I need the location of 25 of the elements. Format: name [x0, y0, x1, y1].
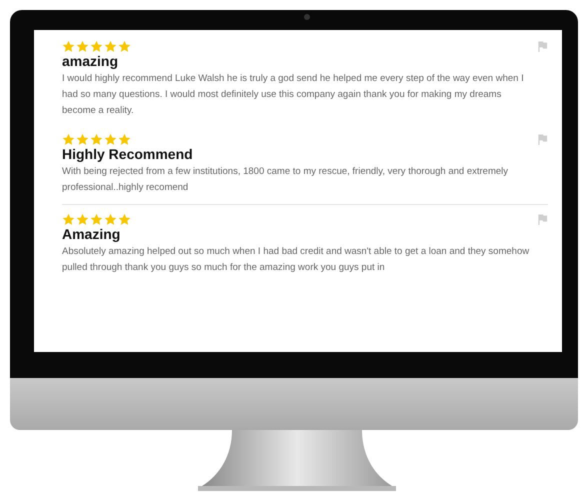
- star-icon: [76, 40, 89, 53]
- star-icon: [62, 133, 75, 146]
- star-icon: [118, 40, 131, 53]
- review-text: With being rejected from a few institutions, 1800 came to my rescue, friendly, very thorough and extremely professional..highly recomend: [62, 165, 510, 195]
- camera-icon: [304, 14, 310, 20]
- star-icon: [62, 213, 75, 226]
- review-title: Highly Recommend: [62, 146, 194, 162]
- star-icon: [104, 133, 117, 146]
- star-icon: [90, 40, 103, 53]
- flag-icon[interactable]: [537, 41, 548, 52]
- star-icon: [90, 213, 103, 226]
- star-icon: [76, 213, 89, 226]
- review-title: amazing: [62, 53, 120, 69]
- review-text: I would highly recommend Luke Walsh he is truly a god send he helped me every step of the way even when I had so many questions. I would most definitely use this company again thank you for making my dreams become a reality.: [62, 72, 525, 118]
- star-icon: [104, 213, 117, 226]
- review-text: Absolutely amazing helped out so much when I had bad credit and wasn't able to get a loan and they somehow pulled through thank you guys so much for the amazing work you guys put in: [62, 245, 530, 275]
- star-icon: [76, 133, 89, 146]
- star-icon: [118, 213, 131, 226]
- flag-icon[interactable]: [537, 134, 548, 145]
- star-icon: [62, 40, 75, 53]
- review-title: Amazing: [62, 226, 122, 242]
- flag-icon[interactable]: [537, 214, 548, 225]
- star-icon: [104, 40, 117, 53]
- star-icon: [118, 133, 131, 146]
- star-icon: [90, 133, 103, 146]
